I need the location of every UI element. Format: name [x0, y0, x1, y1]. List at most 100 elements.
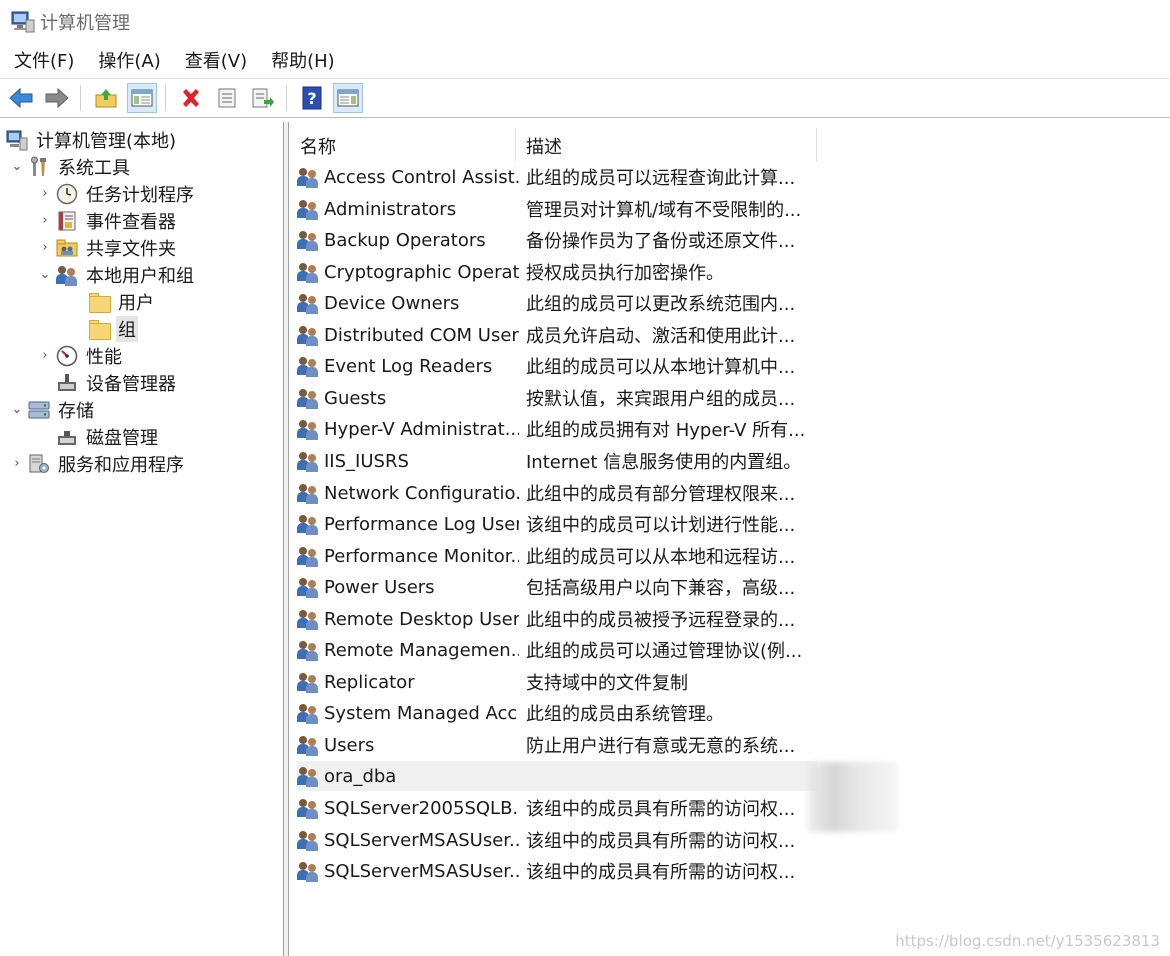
delete-button[interactable] [176, 83, 206, 113]
up-one-level-button[interactable] [91, 83, 121, 113]
group-row[interactable]: Event Log Readers 此组的成员可以从本地计算机中... [297, 351, 817, 381]
group-row[interactable]: Performance Log Users 该组中的成员可以计划进行性能... [297, 509, 817, 539]
group-row[interactable]: Performance Monitor... 此组的成员可以从本地和远程访... [297, 541, 817, 571]
menu-help[interactable]: 帮助(H) [259, 45, 347, 78]
tree-item-task-scheduler[interactable]: › 任务计划程序 [38, 180, 196, 207]
group-row[interactable]: Power Users 包括高级用户以向下兼容，高级... [297, 572, 817, 602]
group-name: Performance Monitor... [324, 545, 519, 567]
tree-item-device-manager[interactable]: 设备管理器 [38, 369, 178, 396]
group-description: 此组的成员可以从本地和远程访... [526, 547, 796, 568]
tree-item-label: 磁盘管理 [86, 427, 158, 449]
properties-button[interactable] [212, 83, 242, 113]
tree-item-system-tools[interactable]: ⌄ 系统工具 [10, 153, 132, 180]
tree-item-label: 设备管理器 [86, 373, 176, 395]
show-hide-action-pane-button[interactable] [333, 83, 363, 113]
group-row[interactable]: Guests 按默认值，来宾跟用户组的成员... [297, 383, 817, 413]
groups-list: 名称 描述 Access Control Assist... 此组的成员可以远程查… [289, 122, 1170, 956]
group-icon [297, 545, 319, 567]
tree-item-local-users-and-groups[interactable]: ⌄ 本地用户和组 [38, 261, 196, 288]
group-name: Remote Managemen... [324, 639, 519, 661]
svg-text:?: ? [307, 89, 316, 108]
tree-item-event-viewer[interactable]: › 事件查看器 [38, 207, 178, 234]
group-row[interactable]: Remote Managemen... 此组的成员可以通过管理协议(例... [297, 635, 817, 665]
group-row[interactable]: SQLServer2005SQLB... 该组中的成员具有所需的访问权... [297, 793, 817, 823]
toolbar-separator [165, 85, 166, 111]
performance-icon [56, 345, 78, 367]
export-list-icon [252, 88, 274, 108]
tree-item-computer-management[interactable]: 计算机管理(本地) [6, 126, 178, 153]
tree-item-label: 用户 [118, 292, 154, 314]
toolbar-separator [80, 85, 81, 111]
tree-item-storage[interactable]: ⌄ 存储 [10, 396, 96, 423]
shared-folders-icon [56, 237, 78, 259]
chevron-right-icon[interactable]: › [38, 240, 52, 255]
tree-item-users[interactable]: 用户 [84, 288, 156, 315]
column-header-name[interactable]: 名称 [300, 130, 336, 162]
chevron-right-icon[interactable]: › [38, 348, 52, 363]
column-header-description[interactable]: 描述 [526, 130, 562, 162]
group-row[interactable]: Access Control Assist... 此组的成员可以远程查询此计算..… [297, 162, 817, 192]
group-row[interactable]: SQLServerMSASUser... 该组中的成员具有所需的访问权... [297, 825, 817, 855]
chevron-down-icon[interactable]: ⌄ [10, 159, 24, 174]
group-icon [297, 418, 319, 440]
chevron-right-icon[interactable]: › [10, 456, 24, 471]
group-row[interactable]: Backup Operators 备份操作员为了备份或还原文件... [297, 225, 817, 255]
menu-bar: 文件(F) 操作(A) 查看(V) 帮助(H) [0, 45, 1170, 79]
menu-file[interactable]: 文件(F) [0, 45, 86, 78]
tree-item-shared-folders[interactable]: › 共享文件夹 [38, 234, 178, 261]
group-row[interactable]: Network Configuratio... 此组中的成员有部分管理权限来... [297, 478, 817, 508]
window-title: 计算机管理 [40, 13, 130, 34]
up-folder-icon [95, 89, 117, 108]
group-icon [297, 765, 319, 787]
back-arrow-icon [9, 87, 33, 109]
group-row[interactable]: IIS_IUSRS Internet 信息服务使用的内置组。 [297, 446, 817, 476]
export-list-button[interactable] [248, 83, 278, 113]
group-icon [297, 261, 319, 283]
tree-item-groups[interactable]: 组 [84, 315, 138, 342]
title-bar: 计算机管理 [0, 0, 1170, 44]
chevron-right-icon[interactable]: › [38, 213, 52, 228]
group-name: Performance Log Users [324, 513, 519, 535]
group-description: 支持域中的文件复制 [526, 673, 688, 694]
group-description: 授权成员执行加密操作。 [526, 263, 724, 284]
chevron-right-icon[interactable]: › [38, 186, 52, 201]
forward-button[interactable] [42, 83, 72, 113]
tree-item-label: 性能 [86, 346, 122, 368]
group-row[interactable]: SQLServerMSASUser... 该组中的成员具有所需的访问权... [297, 856, 817, 886]
show-hide-console-tree-button[interactable] [127, 83, 157, 113]
group-name: Event Log Readers [324, 355, 493, 377]
help-button[interactable]: ? [297, 83, 327, 113]
group-name: IIS_IUSRS [324, 450, 409, 472]
group-name: Power Users [324, 576, 435, 598]
group-row[interactable]: Replicator 支持域中的文件复制 [297, 667, 817, 697]
tree-item-label: 存储 [58, 400, 94, 422]
column-divider[interactable] [515, 128, 516, 162]
group-icon [297, 702, 319, 724]
group-icon [297, 292, 319, 314]
chevron-down-icon[interactable]: ⌄ [38, 267, 52, 282]
tree-item-performance[interactable]: › 性能 [38, 342, 124, 369]
tree-item-services-and-applications[interactable]: › 服务和应用程序 [10, 450, 186, 477]
tree-item-label: 计算机管理(本地) [36, 130, 177, 152]
group-row[interactable]: Remote Desktop Users 此组中的成员被授予远程登录的... [297, 604, 817, 634]
group-row[interactable]: Hyper-V Administrat... 此组的成员拥有对 Hyper-V 所… [297, 414, 817, 444]
menu-action[interactable]: 操作(A) [86, 45, 172, 78]
group-row[interactable]: Device Owners 此组的成员可以更改系统范围内... [297, 288, 817, 318]
tree-item-disk-management[interactable]: 磁盘管理 [38, 423, 160, 450]
group-icon [297, 639, 319, 661]
back-button[interactable] [6, 83, 36, 113]
delete-icon [183, 89, 199, 107]
group-row[interactable]: Administrators 管理员对计算机/域有不受限制的... [297, 194, 817, 224]
group-row[interactable]: Users 防止用户进行有意或无意的系统... [297, 730, 817, 760]
group-row[interactable]: Cryptographic Operat... 授权成员执行加密操作。 [297, 257, 817, 287]
group-row[interactable]: ora_dba [297, 761, 817, 791]
column-divider[interactable] [816, 128, 817, 162]
group-description: 该组中的成员可以计划进行性能... [526, 515, 796, 536]
group-name: Guests [324, 387, 387, 409]
group-row[interactable]: Distributed COM Users 成员允许启动、激活和使用此计... [297, 320, 817, 350]
chevron-down-icon[interactable]: ⌄ [10, 402, 24, 417]
group-name: System Managed Acc... [324, 702, 519, 724]
menu-view[interactable]: 查看(V) [173, 45, 259, 78]
group-description: 此组中的成员被授予远程登录的... [526, 610, 796, 631]
group-row[interactable]: System Managed Acc... 此组的成员由系统管理。 [297, 698, 817, 728]
